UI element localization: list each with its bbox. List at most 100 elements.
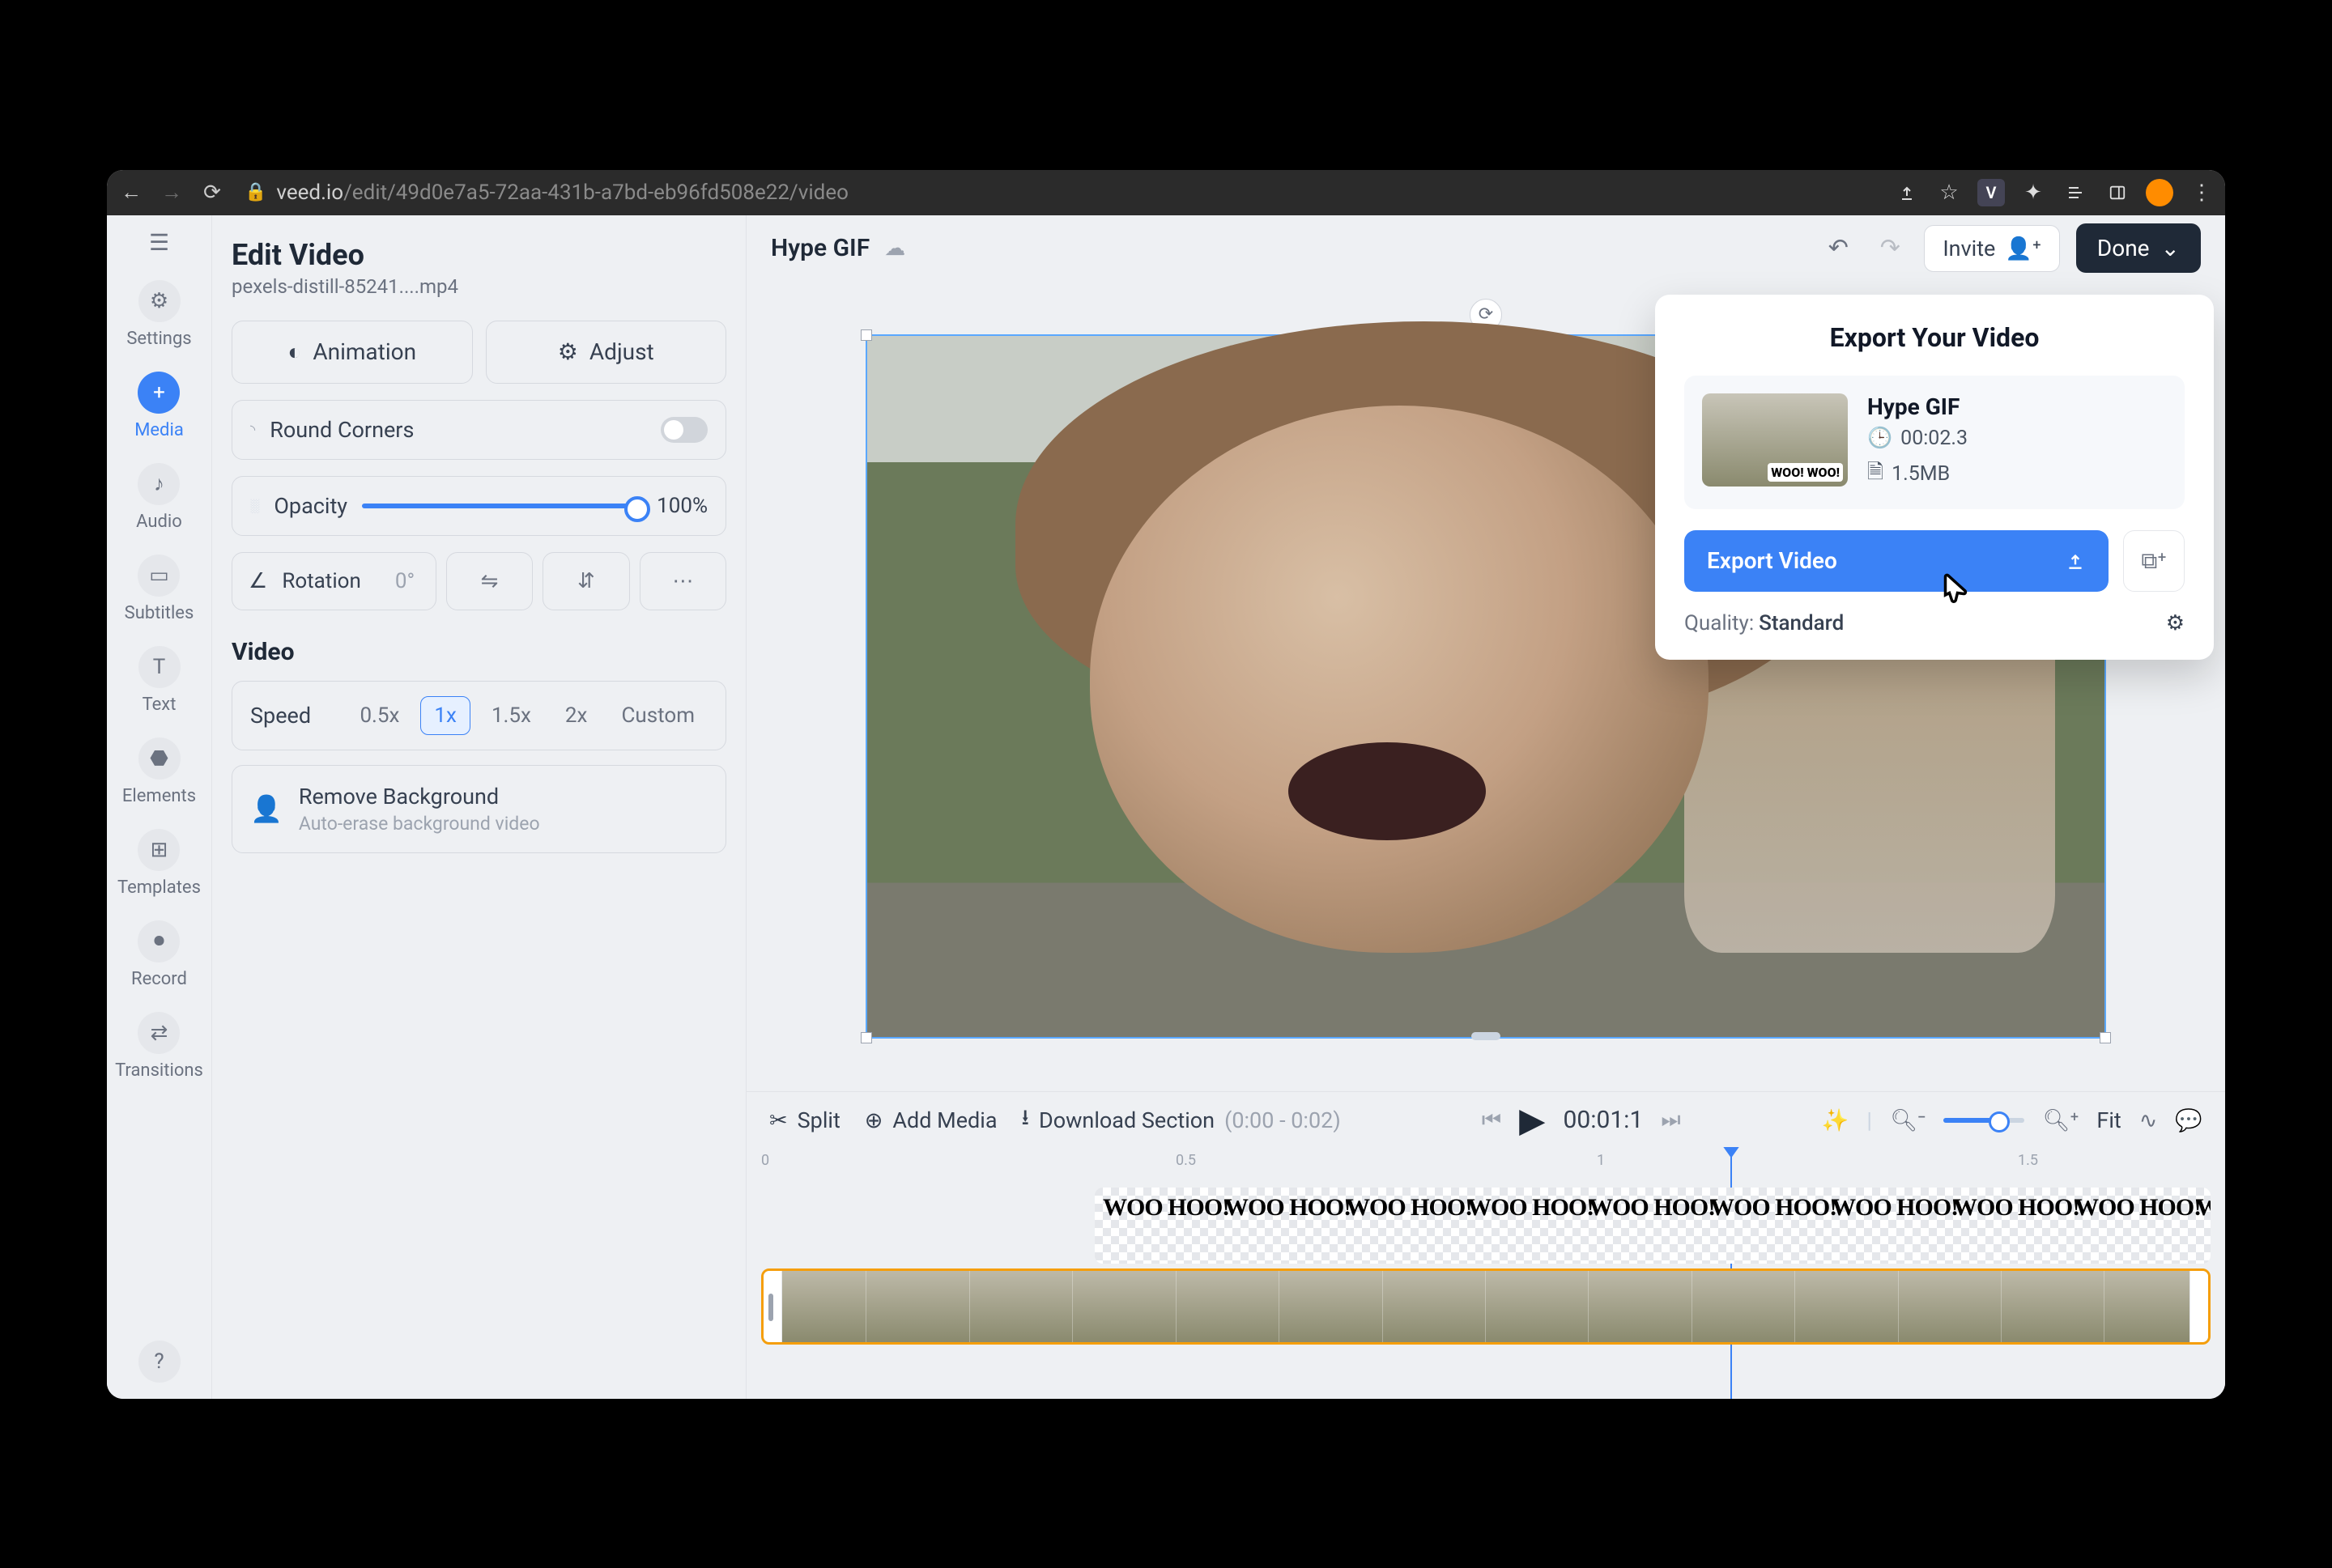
sidebar-item-record[interactable]: ⏺ Record	[131, 920, 187, 989]
redo-button[interactable]: ↷	[1872, 231, 1908, 266]
speed-2x[interactable]: 2x	[552, 697, 601, 734]
extension-badge[interactable]: V	[1977, 179, 2005, 206]
url-bar[interactable]: 🔒 veed.io/edit/49d0e7a5-72aa-431b-a7bd-e…	[238, 181, 1882, 205]
reading-list-icon[interactable]	[2062, 179, 2089, 206]
sidebar-item-templates[interactable]: ⊞ Templates	[117, 829, 201, 898]
export-preset-button[interactable]: ⧉⁺	[2123, 530, 2185, 592]
remove-background-row[interactable]: 👤 Remove Background Auto-erase backgroun…	[232, 765, 726, 853]
magic-icon[interactable]: ✨	[1822, 1107, 1849, 1133]
plus-icon: +	[138, 372, 180, 414]
sidebar-label: Text	[143, 695, 177, 715]
upload-icon	[2065, 550, 2086, 572]
speed-row: Speed 0.5x 1x 1.5x 2x Custom	[232, 681, 726, 750]
resize-handle-bl[interactable]	[861, 1032, 872, 1043]
speed-custom[interactable]: Custom	[608, 697, 708, 734]
animation-button[interactable]: ◐ Animation	[232, 321, 473, 384]
playhead-time: 00:01:1	[1563, 1106, 1643, 1134]
panel-title: Edit Video	[232, 238, 726, 272]
profile-avatar[interactable]	[2146, 179, 2173, 206]
round-corners-row: ◝ Round Corners	[232, 400, 726, 460]
browser-chrome: ← → ⟳ 🔒 veed.io/edit/49d0e7a5-72aa-431b-…	[107, 170, 2225, 215]
project-name[interactable]: Hype GIF	[771, 234, 870, 262]
help-icon: ?	[138, 1341, 181, 1383]
round-corners-toggle[interactable]	[661, 417, 708, 443]
sidebar-label: Templates	[117, 877, 201, 898]
zoom-slider[interactable]	[1943, 1118, 2024, 1123]
sidebar-label: Media	[134, 420, 184, 440]
step-forward-button[interactable]: ⏭	[1661, 1107, 1680, 1133]
clip-trim-left[interactable]	[768, 1294, 773, 1321]
fit-button[interactable]: Fit	[2096, 1107, 2121, 1133]
person-icon: 👤	[250, 793, 283, 824]
export-thumbnail: WOO! WOO!	[1702, 393, 1848, 487]
speed-1x[interactable]: 1x	[420, 696, 470, 735]
flip-vertical-button[interactable]: ⇵	[543, 552, 629, 610]
stage[interactable]: ⟳ Export Your Video WOO!	[747, 282, 2225, 1091]
split-button[interactable]: ✂ Split	[769, 1107, 840, 1133]
gear-icon: ⚙	[138, 280, 181, 322]
export-size: 1.5MB	[1892, 462, 1950, 486]
waveform-icon[interactable]: ∿	[2139, 1107, 2158, 1133]
sticker-track[interactable]: WOO HOO! WOO HOO! WOO HOO! WOO HOO! WOO …	[1095, 1188, 2211, 1264]
forward-icon[interactable]: →	[157, 178, 186, 207]
extensions-puzzle-icon[interactable]: ✦	[2019, 179, 2047, 206]
canvas-area: Hype GIF ☁ ↶ ↷ Invite 👤⁺ Done ⌄	[747, 215, 2225, 1399]
sidebar-label: Record	[131, 969, 187, 989]
timeline: ✂ Split ⊕ Add Media ⭳ Download Section (…	[747, 1091, 2225, 1399]
flip-horizontal-button[interactable]: ⇋	[446, 552, 533, 610]
timeline-toolbar: ✂ Split ⊕ Add Media ⭳ Download Section (…	[747, 1092, 2225, 1149]
text-icon: T	[138, 646, 181, 688]
resize-handle-tl[interactable]	[861, 329, 872, 341]
video-track[interactable]	[761, 1268, 2211, 1345]
invite-button[interactable]: Invite 👤⁺	[1924, 225, 2060, 272]
zoom-out-button[interactable]: 🔍︎⁻	[1890, 1107, 1926, 1133]
zoom-in-button[interactable]: 🔍︎⁺	[2042, 1107, 2079, 1133]
resize-handle-br[interactable]	[2100, 1032, 2111, 1043]
add-media-button[interactable]: ⊕ Add Media	[865, 1107, 998, 1133]
video-section-heading: Video	[232, 638, 726, 666]
sidebar-item-subtitles[interactable]: ▭ Subtitles	[125, 555, 194, 623]
undo-button[interactable]: ↶	[1820, 231, 1856, 266]
kebab-menu-icon[interactable]: ⋮	[2188, 179, 2215, 206]
export-quality-row[interactable]: Quality: Standard ⚙	[1684, 611, 2185, 635]
sidebar-item-settings[interactable]: ⚙ Settings	[126, 280, 191, 349]
adjust-button[interactable]: ⚙ Adjust	[486, 321, 727, 384]
export-duration: 00:02.3	[1900, 427, 1968, 450]
done-button[interactable]: Done ⌄	[2076, 223, 2201, 273]
clip-trim-right[interactable]	[2198, 1294, 2203, 1321]
download-icon: ⭳	[1022, 1102, 1029, 1139]
reload-icon[interactable]: ⟳	[198, 178, 227, 207]
sidebar-item-transitions[interactable]: ⇄ Transitions	[115, 1012, 203, 1081]
video-content	[1288, 742, 1486, 840]
resize-handle-bottom[interactable]	[1471, 1032, 1500, 1040]
layout-icon: ⊞	[138, 829, 180, 871]
sidebar-item-audio[interactable]: ♪ Audio	[136, 463, 182, 532]
sidebar-label: Transitions	[115, 1060, 203, 1081]
gear-icon[interactable]: ⚙	[2166, 611, 2185, 635]
back-icon[interactable]: ←	[117, 178, 146, 207]
animation-icon: ◐	[287, 338, 301, 365]
panel-filename: pexels-distill-85241....mp4	[232, 275, 726, 298]
share-icon[interactable]	[1893, 179, 1921, 206]
speed-15x[interactable]: 1.5x	[479, 697, 544, 734]
sidebar-item-media[interactable]: + Media	[134, 372, 184, 440]
lock-icon: 🔒	[245, 182, 266, 202]
bookmark-star-icon[interactable]: ☆	[1935, 179, 1963, 206]
panel-icon[interactable]	[2104, 179, 2131, 206]
comment-icon[interactable]: 💬	[2175, 1107, 2202, 1133]
sidebar-item-elements[interactable]: ⬣ Elements	[122, 737, 196, 806]
more-options-button[interactable]: ⋯	[640, 552, 726, 610]
opacity-row: ░ Opacity 100%	[232, 476, 726, 536]
hamburger-menu-icon[interactable]: ☰	[145, 228, 174, 257]
sidebar-item-text[interactable]: T Text	[138, 646, 181, 715]
file-icon: 🗎	[1867, 457, 1883, 491]
opacity-slider[interactable]	[362, 504, 644, 508]
download-section-button[interactable]: ⭳ Download Section (0:00 - 0:02)	[1022, 1102, 1341, 1139]
speed-05x[interactable]: 0.5x	[347, 697, 412, 734]
rotation-field[interactable]: ∠ Rotation 0°	[232, 552, 436, 610]
step-back-button[interactable]: ⏮	[1482, 1107, 1501, 1133]
play-button[interactable]: ▶	[1519, 1100, 1545, 1141]
timeline-ruler[interactable]: 0 0.5 1 1.5 2	[747, 1149, 2225, 1183]
sidebar-help[interactable]: ?	[138, 1341, 181, 1383]
export-video-button[interactable]: Export Video	[1684, 530, 2109, 592]
